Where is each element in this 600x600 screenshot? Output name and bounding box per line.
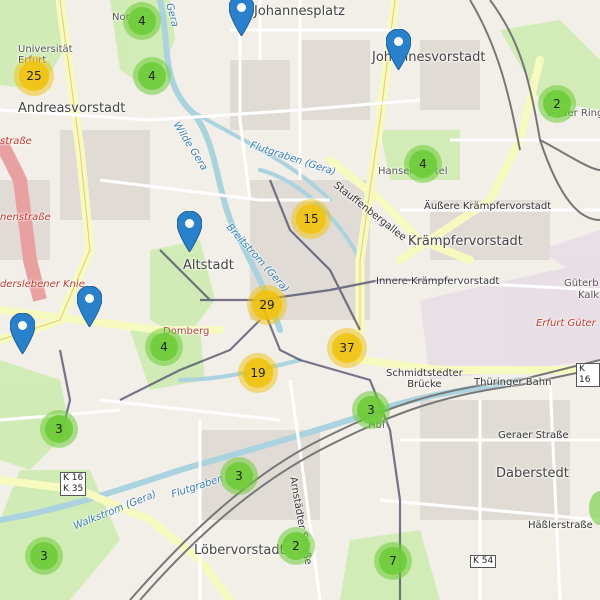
cluster-marker[interactable]: 2 — [277, 527, 315, 565]
cluster-count: 29 — [252, 290, 282, 320]
cluster-count: 3 — [45, 415, 73, 443]
cluster-marker[interactable]: 4 — [145, 328, 183, 366]
cluster-count: 4 — [409, 150, 437, 178]
location-marker-icon[interactable] — [385, 28, 412, 71]
map-canvas[interactable]: Universität Erfurt Nor Gera Johannesplat… — [0, 0, 600, 600]
cluster-marker[interactable]: 7 — [374, 542, 412, 580]
label-andreasvorstadt: Andreasvorstadt — [18, 101, 126, 116]
cluster-count: 37 — [332, 333, 362, 363]
label-johannesplatz: Johannesplatz — [254, 4, 345, 19]
label-gueterbf: Güterb — [564, 278, 599, 289]
cluster-count: 3 — [225, 462, 253, 490]
cluster-marker[interactable]: 25 — [14, 56, 54, 96]
label-loebervorstadt: Löbervorstadt — [194, 543, 285, 558]
location-marker-icon[interactable] — [9, 312, 36, 355]
road-shield-k16: K 16 — [576, 363, 600, 387]
label-haesslerstrasse: Häßlerstraße — [528, 520, 593, 531]
cluster-count: 7 — [379, 547, 407, 575]
cluster-count: 3 — [30, 542, 58, 570]
cluster-count: 2 — [543, 90, 571, 118]
label-kalk: Kalk — [578, 290, 600, 301]
cluster-marker[interactable]: 4 — [123, 2, 161, 40]
cluster-marker[interactable]: 3 — [352, 391, 390, 429]
cluster-marker[interactable]: 3 — [25, 537, 63, 575]
label-nenstrasse: nenstraße — [0, 212, 51, 223]
label-thueringer-bahn: Thüringer Bahn — [474, 377, 552, 388]
cluster-marker[interactable]: 2 — [538, 85, 576, 123]
cluster-count: 15 — [296, 204, 326, 234]
label-altstadt: Altstadt — [183, 258, 234, 273]
road-shield-k54: K 54 — [470, 555, 497, 568]
cluster-count: 4 — [138, 62, 166, 90]
cluster-count: 4 — [150, 333, 178, 361]
road-shield-k16-k35: K 16 K 35 — [60, 472, 87, 496]
cluster-marker[interactable]: 19 — [238, 353, 278, 393]
label-kraempfervorstadt: Krämpfervorstadt — [408, 234, 523, 249]
cluster-marker[interactable]: 3 — [40, 410, 78, 448]
cluster-count: 25 — [19, 61, 49, 91]
cluster-count: 19 — [243, 358, 273, 388]
label-schmidtstedter: Schmidtstedter Brücke — [386, 368, 463, 390]
label-aeussere-kraempfer: Äußere Krämpfervorstadt — [424, 201, 552, 212]
label-innere-kraempfer: Innere Krämpfervorstadt — [376, 276, 500, 287]
location-marker-icon[interactable] — [76, 285, 103, 328]
label-strasse-left: straße — [0, 136, 32, 147]
label-daberstedt: Daberstedt — [496, 466, 569, 481]
label-erfurt-gueter: Erfurt Güter — [536, 318, 596, 329]
location-marker-icon[interactable] — [176, 210, 203, 253]
cluster-marker[interactable]: 37 — [327, 328, 367, 368]
cluster-marker[interactable]: 4 — [133, 57, 171, 95]
label-geraer-strasse: Geraer Straße — [498, 430, 569, 441]
cluster-count: 4 — [128, 7, 156, 35]
cluster-count: 2 — [282, 532, 310, 560]
cluster-marker[interactable]: 4 — [404, 145, 442, 183]
cluster-marker[interactable]: 3 — [220, 457, 258, 495]
cluster-marker[interactable]: 15 — [291, 199, 331, 239]
location-marker-icon[interactable] — [228, 0, 255, 37]
cluster-marker[interactable]: 29 — [247, 285, 287, 325]
cluster-count: 3 — [357, 396, 385, 424]
label-binderslebener: derslebener Knie — [0, 279, 85, 290]
